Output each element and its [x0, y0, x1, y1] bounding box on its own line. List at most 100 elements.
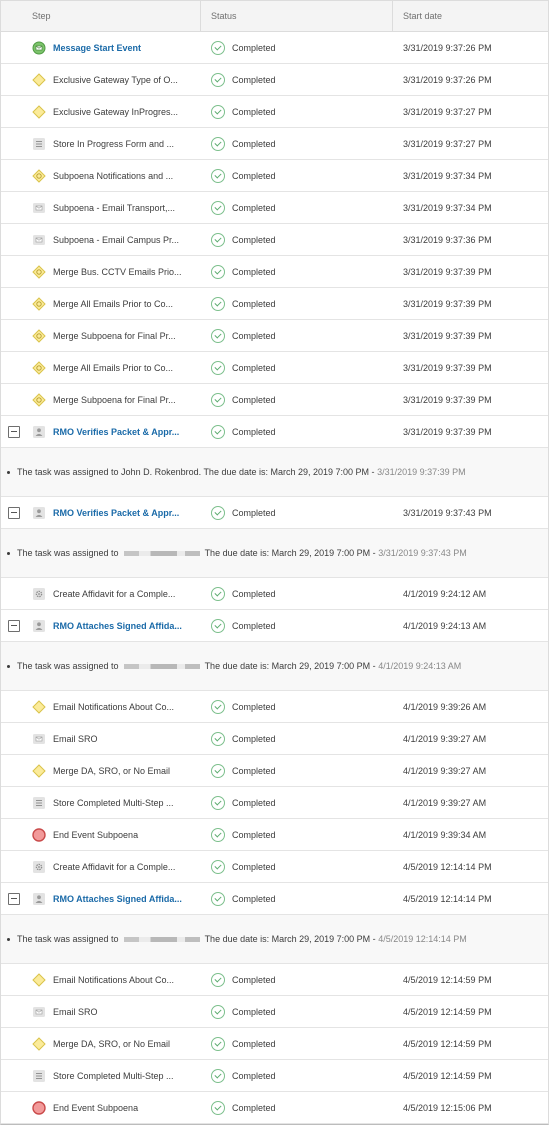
completed-check-icon: [211, 505, 225, 520]
table-row[interactable]: Email Notifications About Co... Completed…: [1, 691, 548, 723]
table-row[interactable]: RMO Verifies Packet & Appr... Completed 3/…: [1, 416, 548, 448]
task-assignment-detail: The task was assigned to The due date is:…: [1, 915, 548, 964]
status-cell: Completed: [201, 352, 393, 383]
table-row[interactable]: Create Affidavit for a Comple... Complete…: [1, 851, 548, 883]
table-row[interactable]: Subpoena - Email Campus Pr... Completed 3/…: [1, 224, 548, 256]
end-event-icon: [32, 1101, 46, 1115]
completed-check-icon: [211, 424, 225, 439]
script-icon: [32, 137, 46, 151]
table-row[interactable]: Email Notifications About Co... Completed…: [1, 964, 548, 996]
step-name[interactable]: Message Start Event: [53, 32, 141, 64]
step-name: Create Affidavit for a Comple...: [53, 862, 176, 872]
step-cell: Exclusive Gateway InProgres...: [1, 96, 201, 127]
status-cell: Completed: [201, 787, 393, 818]
assignment-text: The task was assigned to John D. Rokenbr…: [17, 467, 375, 477]
step-name: Exclusive Gateway InProgres...: [53, 107, 179, 117]
step-name[interactable]: RMO Attaches Signed Affida...: [53, 883, 182, 915]
collapse-toggle-icon[interactable]: [8, 620, 20, 632]
step-name: Merge DA, SRO, or No Email: [53, 766, 171, 776]
column-header-step[interactable]: Step: [1, 1, 201, 31]
step-cell: Store In Progress Form and ...: [1, 128, 201, 159]
completed-check-icon: [211, 891, 225, 906]
table-row[interactable]: Merge Bus. CCTV Emails Prio... Completed 3…: [1, 256, 548, 288]
status-text: Completed: [232, 266, 276, 277]
table-row[interactable]: Subpoena Notifications and ... Completed 3…: [1, 160, 548, 192]
status-text: Completed: [232, 507, 276, 518]
table-row[interactable]: RMO Verifies Packet & Appr... Completed 3/…: [1, 497, 548, 529]
start-date-cell: 4/1/2019 9:39:27 AM: [403, 765, 487, 776]
user-task-icon: [32, 425, 46, 439]
step-name[interactable]: RMO Verifies Packet & Appr...: [53, 416, 179, 448]
status-text: Completed: [232, 42, 276, 53]
step-cell: End Event Subpoena: [1, 1092, 201, 1123]
table-row[interactable]: Email SRO Completed 4/5/2019 12:14:59 PM: [1, 996, 548, 1028]
step-cell: Exclusive Gateway Type of O...: [1, 64, 201, 95]
collapse-toggle-icon[interactable]: [8, 893, 20, 905]
table-row[interactable]: Store In Progress Form and ... Completed 3…: [1, 128, 548, 160]
table-row[interactable]: Message Start Event Completed 3/31/2019 9:…: [1, 32, 548, 64]
completed-check-icon: [211, 586, 225, 601]
column-header-start-date[interactable]: Start date: [393, 1, 548, 31]
start-date-cell: 4/1/2019 9:39:27 AM: [403, 733, 487, 744]
step-name: End Event Subpoena: [53, 830, 139, 840]
bullet-icon: [7, 937, 10, 941]
status-cell: Completed: [201, 64, 393, 95]
status-cell: Completed: [201, 578, 393, 609]
table-row[interactable]: Email SRO Completed 4/1/2019 9:39:27 AM: [1, 723, 548, 755]
status-text: Completed: [232, 170, 276, 181]
completed-check-icon: [211, 699, 225, 714]
step-name[interactable]: RMO Attaches Signed Affida...: [53, 610, 182, 642]
step-name: Subpoena - Email Campus Pr...: [53, 235, 180, 245]
step-cell: End Event Subpoena: [1, 819, 201, 850]
table-row[interactable]: End Event Subpoena Completed 4/5/2019 12:1…: [1, 1092, 548, 1124]
table-row[interactable]: Merge Subpoena for Final Pr... Completed 3…: [1, 320, 548, 352]
assignment-text: The task was assigned to: [17, 548, 119, 558]
table-row[interactable]: End Event Subpoena Completed 4/1/2019 9:39…: [1, 819, 548, 851]
status-cell: Completed: [201, 996, 393, 1027]
status-text: Completed: [232, 1006, 276, 1017]
grid-header: Step Status Start date: [1, 1, 548, 32]
table-row[interactable]: Merge DA, SRO, or No Email Completed 4/1/2…: [1, 755, 548, 787]
status-text: Completed: [232, 765, 276, 776]
table-row[interactable]: Merge DA, SRO, or No Email Completed 4/5/2…: [1, 1028, 548, 1060]
table-row[interactable]: Merge All Emails Prior to Co... Completed…: [1, 352, 548, 384]
table-row[interactable]: RMO Attaches Signed Affida... Completed 4/…: [1, 610, 548, 642]
table-row[interactable]: Subpoena - Email Transport,... Completed 3…: [1, 192, 548, 224]
table-row[interactable]: Exclusive Gateway InProgres... Completed 3…: [1, 96, 548, 128]
assignment-timestamp: 3/31/2019 9:37:39 PM: [377, 467, 466, 477]
collapse-toggle-icon[interactable]: [8, 426, 20, 438]
step-name[interactable]: RMO Verifies Packet & Appr...: [53, 497, 179, 529]
step-name: Merge Subpoena for Final Pr...: [53, 331, 176, 341]
column-header-status[interactable]: Status: [201, 1, 393, 31]
assignment-timestamp: 3/31/2019 9:37:43 PM: [378, 548, 467, 558]
step-cell: Email Notifications About Co...: [1, 964, 201, 995]
completed-check-icon: [211, 1100, 225, 1115]
grid-body: Message Start Event Completed 3/31/2019 9:…: [1, 32, 548, 1124]
bullet-icon: [7, 470, 10, 474]
step-name: Merge Subpoena for Final Pr...: [53, 395, 176, 405]
start-date-cell: 4/1/2019 9:39:26 AM: [403, 701, 487, 712]
status-cell: Completed: [201, 160, 393, 191]
step-cell: Merge DA, SRO, or No Email: [1, 1028, 201, 1059]
start-date-cell: 4/5/2019 12:14:59 PM: [403, 1070, 492, 1081]
completed-check-icon: [211, 1036, 225, 1051]
table-row[interactable]: Store Completed Multi-Step ... Completed 4…: [1, 1060, 548, 1092]
status-cell: Completed: [201, 384, 393, 415]
table-row[interactable]: Merge All Emails Prior to Co... Completed…: [1, 288, 548, 320]
step-cell: RMO Verifies Packet & Appr...: [1, 416, 201, 447]
table-row[interactable]: Create Affidavit for a Comple... Complete…: [1, 578, 548, 610]
step-name: Exclusive Gateway Type of O...: [53, 75, 178, 85]
step-cell: Merge Subpoena for Final Pr...: [1, 320, 201, 351]
step-cell: Create Affidavit for a Comple...: [1, 578, 201, 609]
table-row[interactable]: RMO Attaches Signed Affida... Completed 4/…: [1, 883, 548, 915]
step-cell: Store Completed Multi-Step ...: [1, 787, 201, 818]
status-text: Completed: [232, 234, 276, 245]
table-row[interactable]: Exclusive Gateway Type of O... Completed 3…: [1, 64, 548, 96]
step-cell: Subpoena - Email Transport,...: [1, 192, 201, 223]
status-cell: Completed: [201, 964, 393, 995]
table-row[interactable]: Store Completed Multi-Step ... Completed 4…: [1, 787, 548, 819]
table-row[interactable]: Merge Subpoena for Final Pr... Completed 3…: [1, 384, 548, 416]
status-text: Completed: [232, 893, 276, 904]
completed-check-icon: [211, 328, 225, 343]
collapse-toggle-icon[interactable]: [8, 507, 20, 519]
